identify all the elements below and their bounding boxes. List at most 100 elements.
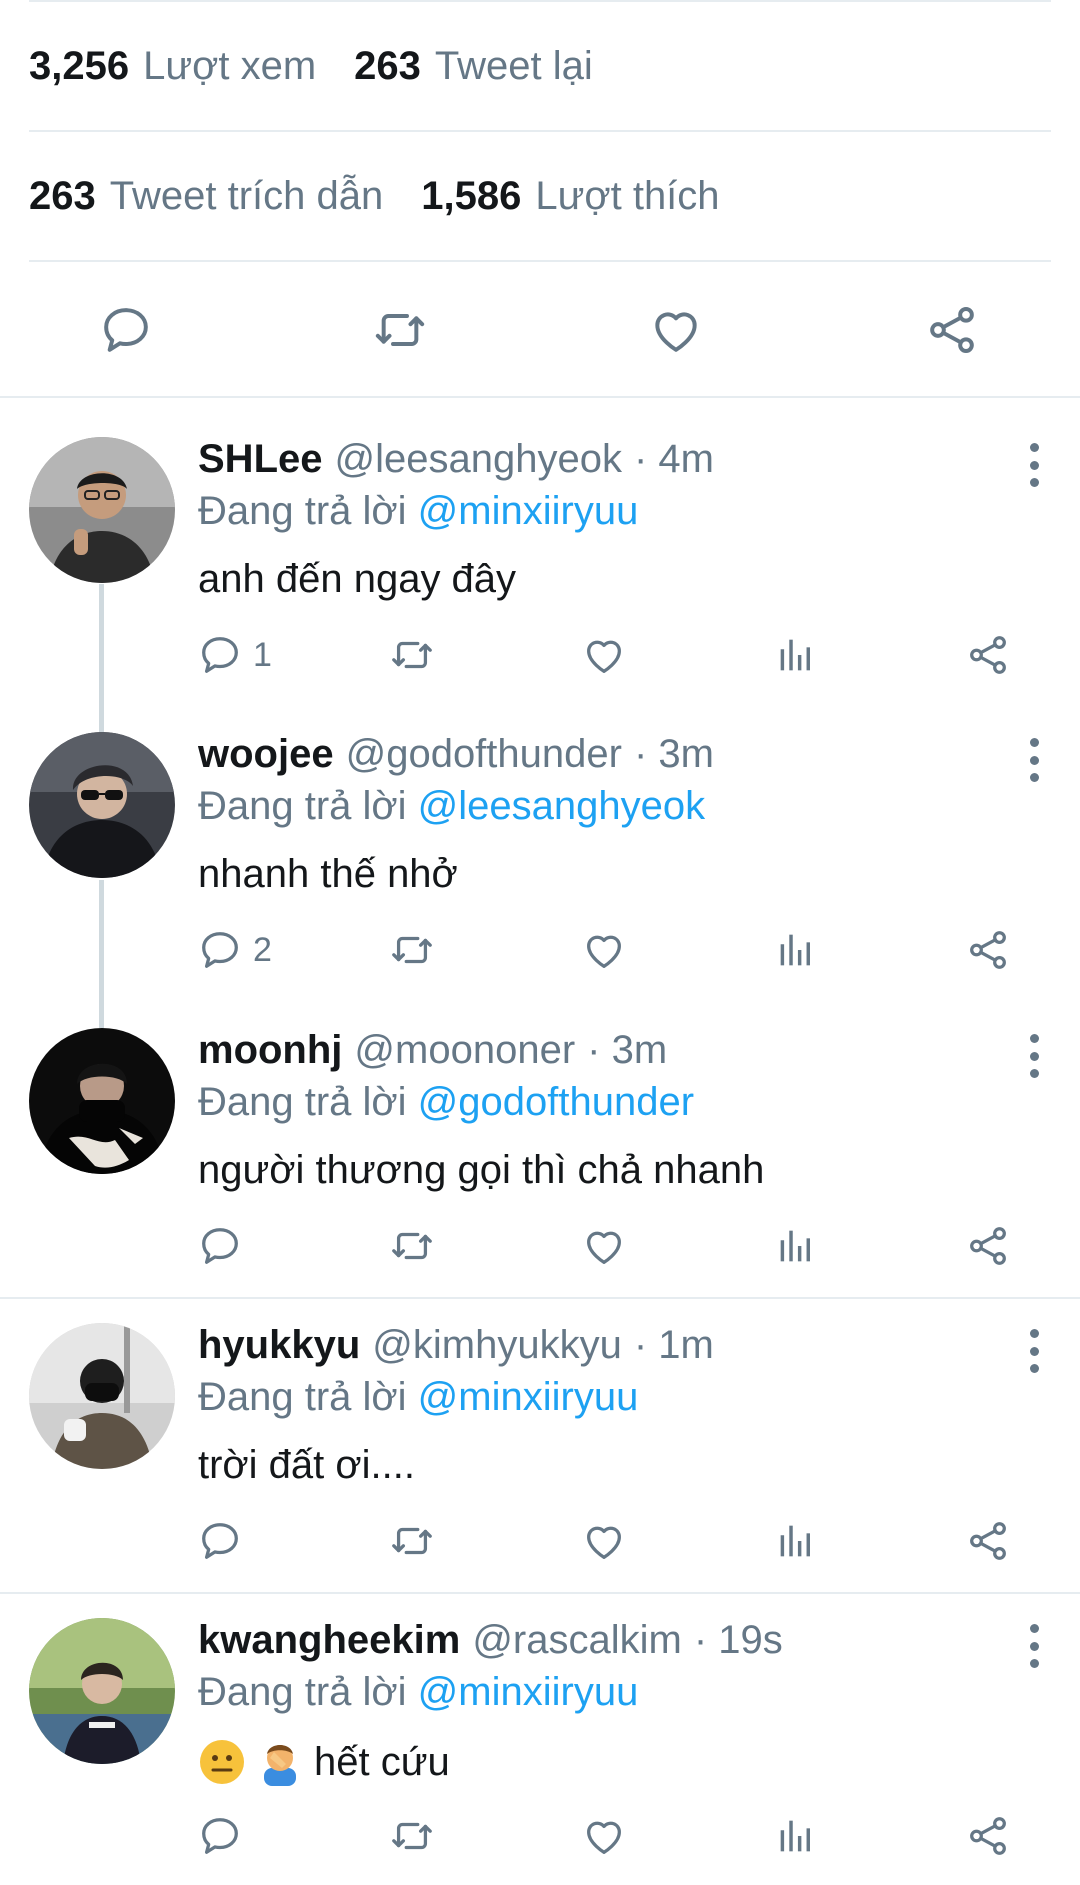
share-button[interactable] bbox=[965, 1218, 1011, 1274]
retweet-button[interactable] bbox=[389, 1218, 435, 1274]
mention-link[interactable]: @godofthunder bbox=[418, 1080, 694, 1124]
views-stat: 3,256 Lượt xem bbox=[29, 44, 316, 89]
avatar-image bbox=[29, 1028, 175, 1174]
reply-button[interactable] bbox=[96, 300, 156, 360]
retweet-button[interactable] bbox=[370, 300, 430, 360]
username-handle[interactable]: @kimhyukkyu bbox=[372, 1323, 622, 1368]
reply-text-content: trời đất ơi.... bbox=[198, 1443, 415, 1487]
more-options-icon[interactable] bbox=[1022, 443, 1046, 487]
like-icon bbox=[587, 1821, 621, 1854]
avatar-image bbox=[29, 437, 175, 583]
more-options-icon[interactable] bbox=[1022, 1034, 1046, 1078]
replying-to-label: Đang trả lời bbox=[198, 489, 407, 533]
mention-link[interactable]: @minxiiryuu bbox=[418, 489, 639, 533]
quotes-stat[interactable]: 263 Tweet trích dẫn bbox=[29, 174, 383, 219]
display-name[interactable]: SHLee bbox=[198, 437, 323, 482]
mention-link[interactable]: @minxiiryuu bbox=[418, 1375, 639, 1419]
views-count: 3,256 bbox=[29, 43, 130, 88]
username-handle[interactable]: @moononer bbox=[354, 1028, 575, 1073]
replying-to: Đang trả lời @minxiiryuu bbox=[198, 489, 638, 534]
analytics-button[interactable] bbox=[773, 1218, 819, 1274]
reply-header: moonhj @moononer · 3m bbox=[198, 1028, 990, 1082]
display-name[interactable]: kwangheekim bbox=[198, 1618, 460, 1663]
username-handle[interactable]: @rascalkim bbox=[472, 1618, 682, 1663]
person-facepalming-emoji bbox=[256, 1738, 304, 1786]
avatar-image bbox=[29, 1323, 175, 1469]
retweet-button[interactable] bbox=[389, 627, 435, 683]
more-options-icon[interactable] bbox=[1022, 1329, 1046, 1373]
timestamp: · 4m bbox=[633, 437, 714, 481]
reply-actions bbox=[0, 1513, 1080, 1573]
retweet-button[interactable] bbox=[389, 922, 435, 978]
like-button[interactable] bbox=[581, 1513, 627, 1569]
like-icon bbox=[587, 1231, 621, 1264]
reply-header: kwangheekim @rascalkim · 19s bbox=[198, 1618, 990, 1672]
analytics-button[interactable] bbox=[773, 922, 819, 978]
reply-button[interactable]: 1 bbox=[197, 627, 272, 683]
more-options-icon[interactable] bbox=[1022, 1624, 1046, 1668]
timestamp: · 3m bbox=[587, 1028, 668, 1072]
retweet-button[interactable] bbox=[389, 1513, 435, 1569]
reply-text-content: hết cứu bbox=[314, 1739, 450, 1784]
display-name[interactable]: woojee bbox=[198, 732, 334, 777]
avatar[interactable] bbox=[29, 1028, 175, 1174]
analytics-icon bbox=[780, 639, 810, 671]
like-button[interactable] bbox=[581, 922, 627, 978]
reply-button[interactable] bbox=[197, 1218, 243, 1274]
reply-button[interactable] bbox=[197, 1513, 243, 1569]
share-icon bbox=[970, 1522, 1006, 1560]
likes-label: Lượt thích bbox=[535, 173, 720, 218]
reply-text-content: anh đến ngay đây bbox=[198, 557, 517, 601]
like-button[interactable] bbox=[646, 300, 706, 360]
avatar-image bbox=[29, 1618, 175, 1764]
like-icon bbox=[655, 312, 697, 352]
analytics-button[interactable] bbox=[773, 1513, 819, 1569]
username-handle[interactable]: @leesanghyeok bbox=[335, 437, 622, 482]
display-name[interactable]: moonhj bbox=[198, 1028, 342, 1073]
timestamp: · 3m bbox=[633, 732, 714, 776]
reply-actions bbox=[0, 1218, 1080, 1278]
like-button[interactable] bbox=[581, 627, 627, 683]
retweets-label: Tweet lại bbox=[434, 43, 593, 88]
like-icon bbox=[587, 1526, 621, 1559]
share-button[interactable] bbox=[965, 1808, 1011, 1864]
share-button[interactable] bbox=[965, 627, 1011, 683]
display-name[interactable]: hyukkyu bbox=[198, 1323, 360, 1368]
likes-stat[interactable]: 1,586 Lượt thích bbox=[421, 174, 719, 219]
reply-tweet[interactable]: moonhj @moononer · 3m Đang trả lời @godo… bbox=[0, 1028, 1080, 1299]
mention-link[interactable]: @leesanghyeok bbox=[418, 784, 705, 828]
reply-tweet[interactable]: SHLee @leesanghyeok · 4m Đang trả lời @m… bbox=[0, 437, 1080, 733]
reply-text: người thương gọi thì chả nhanh bbox=[198, 1148, 764, 1193]
reply-tweet[interactable]: hyukkyu @kimhyukkyu · 1m Đang trả lời @m… bbox=[0, 1323, 1080, 1594]
stats-row-2: 263 Tweet trích dẫn 1,586 Lượt thích bbox=[29, 132, 1051, 262]
share-button[interactable] bbox=[965, 922, 1011, 978]
reply-text-content: nhanh thế nhở bbox=[198, 852, 458, 896]
quotes-count: 263 bbox=[29, 173, 96, 218]
stats-row-1: 3,256 Lượt xem 263 Tweet lại bbox=[29, 2, 1051, 132]
avatar[interactable] bbox=[29, 732, 175, 878]
retweet-button[interactable] bbox=[389, 1808, 435, 1864]
reply-header: woojee @godofthunder · 3m bbox=[198, 732, 990, 786]
reply-tweet[interactable]: kwangheekim @rascalkim · 19s Đang trả lờ… bbox=[0, 1618, 1080, 1885]
share-button[interactable] bbox=[922, 300, 982, 360]
like-button[interactable] bbox=[581, 1808, 627, 1864]
retweet-icon bbox=[392, 1232, 432, 1260]
avatar[interactable] bbox=[29, 1323, 175, 1469]
analytics-button[interactable] bbox=[773, 627, 819, 683]
mention-link[interactable]: @minxiiryuu bbox=[418, 1670, 639, 1714]
share-icon bbox=[970, 636, 1006, 674]
reply-tweet[interactable]: woojee @godofthunder · 3m Đang trả lời @… bbox=[0, 732, 1080, 1028]
reply-button[interactable] bbox=[197, 1808, 243, 1864]
like-button[interactable] bbox=[581, 1218, 627, 1274]
share-button[interactable] bbox=[965, 1513, 1011, 1569]
reply-button[interactable]: 2 bbox=[197, 922, 272, 978]
retweet-icon bbox=[375, 314, 425, 346]
avatar[interactable] bbox=[29, 1618, 175, 1764]
avatar[interactable] bbox=[29, 437, 175, 583]
retweets-count: 263 bbox=[354, 43, 421, 88]
share-icon bbox=[970, 1817, 1006, 1855]
more-options-icon[interactable] bbox=[1022, 738, 1046, 782]
analytics-button[interactable] bbox=[773, 1808, 819, 1864]
retweets-stat[interactable]: 263 Tweet lại bbox=[354, 44, 593, 89]
username-handle[interactable]: @godofthunder bbox=[346, 732, 622, 777]
